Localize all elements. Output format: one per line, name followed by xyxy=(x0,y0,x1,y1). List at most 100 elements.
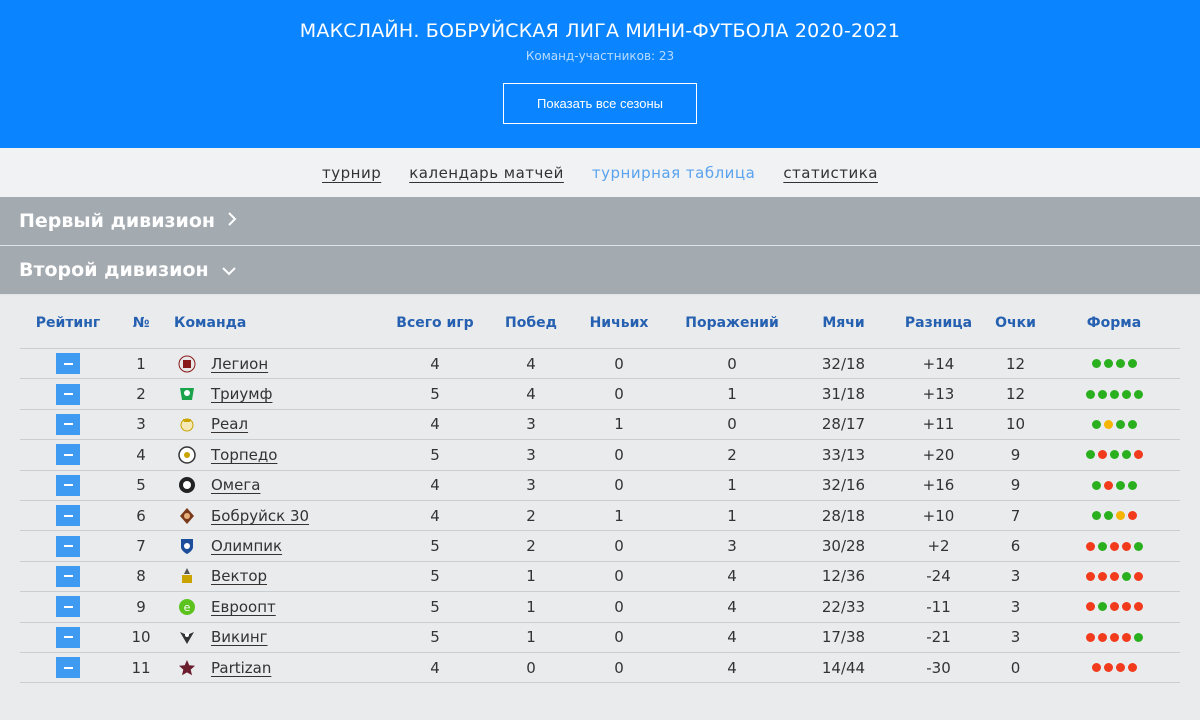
team-link[interactable]: Торпедо xyxy=(211,446,277,464)
minus-icon xyxy=(63,545,73,548)
rank-toggle-button[interactable] xyxy=(56,353,80,375)
rank-toggle-button[interactable] xyxy=(56,565,80,587)
team-link[interactable]: Олимпик xyxy=(211,537,282,555)
form-cell xyxy=(1048,602,1180,612)
games-cell: 5 xyxy=(430,537,440,556)
rank-cell xyxy=(20,505,116,527)
games-cell: 5 xyxy=(430,567,440,586)
diff-cell: +14 xyxy=(922,354,955,373)
header-diff[interactable]: Разница xyxy=(894,315,983,331)
header-rank[interactable]: Рейтинг xyxy=(20,315,116,331)
draws-cell: 0 xyxy=(614,476,624,495)
header-games[interactable]: Всего игр xyxy=(375,315,495,331)
form-dot-icon xyxy=(1127,663,1137,673)
rank-toggle-button[interactable] xyxy=(56,413,80,435)
minus-icon xyxy=(63,453,73,456)
rank-toggle-button[interactable] xyxy=(56,474,80,496)
diff-cell: -30 xyxy=(926,658,951,677)
header-num[interactable]: № xyxy=(116,315,166,331)
team-link[interactable]: Викинг xyxy=(211,628,268,646)
header-losses[interactable]: Поражений xyxy=(671,315,793,331)
team-link[interactable]: Реал xyxy=(211,415,248,433)
tab-calendar[interactable]: календарь матчей xyxy=(409,164,564,182)
table-row: 10 Викинг 5 1 0 4 17/38 -21 3 xyxy=(20,623,1180,653)
rank-cell xyxy=(20,474,116,496)
points-cell: 3 xyxy=(1010,567,1021,586)
goals-cell: 17/38 xyxy=(821,628,866,647)
form-cell xyxy=(1048,541,1180,551)
points-cell: 12 xyxy=(1005,354,1026,373)
team-cell: Бобруйск 30 xyxy=(166,507,375,525)
losses-cell: 4 xyxy=(727,597,737,616)
diff-cell: +13 xyxy=(922,385,955,404)
team-link[interactable]: Омега xyxy=(211,476,260,494)
form-dot-icon xyxy=(1115,663,1125,673)
form-dot-icon xyxy=(1109,571,1119,581)
team-logo-icon xyxy=(178,355,196,373)
minus-icon xyxy=(63,484,73,487)
diff-cell: +11 xyxy=(922,415,955,434)
division-second-toggle[interactable]: Второй дивизион xyxy=(0,246,1200,295)
rank-toggle-button[interactable] xyxy=(56,596,80,618)
header-goals[interactable]: Мячи xyxy=(793,315,894,331)
form-dot-icon xyxy=(1127,359,1137,369)
games-cell: 4 xyxy=(430,354,440,373)
rank-cell xyxy=(20,596,116,618)
position-cell: 4 xyxy=(136,445,146,464)
header-team[interactable]: Команда xyxy=(166,315,375,331)
tab-standings[interactable]: турнирная таблица xyxy=(592,164,755,182)
page-title: МАКСЛАЙН. БОБРУЙСКАЯ ЛИГА МИНИ-ФУТБОЛА 2… xyxy=(299,20,901,42)
team-link[interactable]: Вектор xyxy=(211,567,267,585)
points-cell: 10 xyxy=(1005,415,1026,434)
team-link[interactable]: Бобруйск 30 xyxy=(211,507,309,525)
rank-toggle-button[interactable] xyxy=(56,626,80,648)
wins-cell: 3 xyxy=(526,476,536,495)
points-cell: 9 xyxy=(1010,476,1021,495)
form-dot-icon xyxy=(1091,419,1101,429)
position-cell: 7 xyxy=(136,537,146,556)
games-cell: 5 xyxy=(430,628,440,647)
points-cell: 3 xyxy=(1010,628,1021,647)
header-points[interactable]: Очки xyxy=(983,315,1048,331)
wins-cell: 2 xyxy=(526,537,536,556)
form-dot-icon xyxy=(1133,632,1143,642)
team-link[interactable]: Partizan xyxy=(211,659,271,677)
rank-toggle-button[interactable] xyxy=(56,444,80,466)
team-cell: Легион xyxy=(166,355,375,373)
header-wins[interactable]: Побед xyxy=(495,315,567,331)
draws-cell: 0 xyxy=(614,354,624,373)
rank-toggle-button[interactable] xyxy=(56,383,80,405)
form-dot-icon xyxy=(1097,389,1107,399)
form-dot-icon xyxy=(1103,480,1113,490)
form-dot-icon xyxy=(1097,571,1107,581)
division-first-toggle[interactable]: Первый дивизион xyxy=(0,197,1200,246)
form-dot-icon xyxy=(1115,480,1125,490)
table-row: 8 Вектор 5 1 0 4 12/36 -24 3 xyxy=(20,562,1180,593)
team-link[interactable]: Евроопт xyxy=(211,598,276,616)
minus-icon xyxy=(63,393,73,396)
tab-statistics[interactable]: статистика xyxy=(783,164,878,182)
table-row: 11 Partizan 4 0 0 4 14/44 -30 0 xyxy=(20,653,1180,684)
division-second-label: Второй дивизион xyxy=(19,259,209,281)
rank-toggle-button[interactable] xyxy=(56,657,80,679)
losses-cell: 1 xyxy=(727,506,737,525)
rank-toggle-button[interactable] xyxy=(56,505,80,527)
minus-icon xyxy=(63,666,73,669)
games-cell: 4 xyxy=(430,415,440,434)
table-row: 1 Легион 4 4 0 0 32/18 +14 12 xyxy=(20,349,1180,380)
chevron-down-icon xyxy=(221,259,237,281)
table-body: 1 Легион 4 4 0 0 32/18 +14 12 2 Триумф 5… xyxy=(20,349,1180,684)
team-link[interactable]: Триумф xyxy=(211,385,272,403)
show-all-seasons-button[interactable]: Показать все сезоны xyxy=(503,83,697,124)
position-cell: 8 xyxy=(136,567,146,586)
header-draws[interactable]: Ничьих xyxy=(567,315,671,331)
draws-cell: 0 xyxy=(614,628,624,647)
form-dot-icon xyxy=(1085,571,1095,581)
minus-icon xyxy=(63,605,73,608)
team-link[interactable]: Легион xyxy=(211,355,268,373)
form-dot-icon xyxy=(1133,602,1143,612)
form-dot-icon xyxy=(1085,541,1095,551)
diff-cell: -11 xyxy=(926,597,951,616)
tab-tournament[interactable]: турнир xyxy=(322,164,381,182)
rank-toggle-button[interactable] xyxy=(56,535,80,557)
